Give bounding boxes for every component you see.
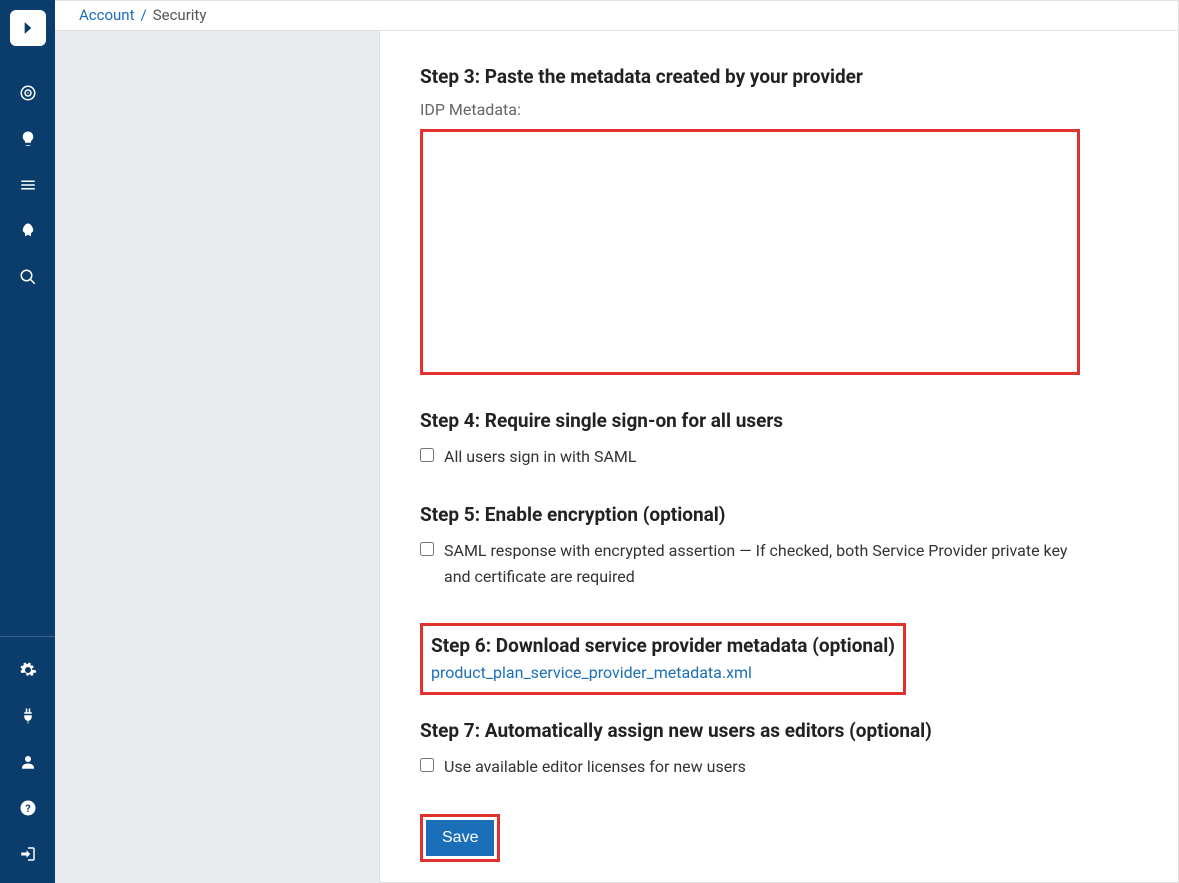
require-sso-label: All users sign in with SAML <box>444 444 1084 470</box>
step7-title: Step 7: Automatically assign new users a… <box>420 719 1138 742</box>
idp-metadata-label: IDP Metadata: <box>420 100 1138 119</box>
rocket-icon[interactable] <box>0 208 55 254</box>
step4-title: Step 4: Require single sign-on for all u… <box>420 409 1138 432</box>
left-panel <box>55 31 380 883</box>
idp-metadata-textarea[interactable] <box>420 129 1080 375</box>
auto-assign-editors-label: Use available editor licenses for new us… <box>444 754 1084 780</box>
step6-title: Step 6: Download service provider metada… <box>431 634 895 657</box>
help-icon[interactable]: ? <box>0 785 55 831</box>
lightbulb-icon[interactable] <box>0 116 55 162</box>
save-highlight: Save <box>420 814 500 862</box>
step4-section: Step 4: Require single sign-on for all u… <box>420 409 1138 470</box>
breadcrumb-account-link[interactable]: Account <box>79 6 135 24</box>
encryption-label: SAML response with encrypted assertion —… <box>444 538 1084 589</box>
encryption-checkbox[interactable] <box>420 542 434 556</box>
require-sso-checkbox[interactable] <box>420 448 434 462</box>
breadcrumb-separator: / <box>141 6 147 24</box>
search-icon[interactable] <box>0 254 55 300</box>
step7-section: Step 7: Automatically assign new users a… <box>420 719 1138 780</box>
step5-section: Step 5: Enable encryption (optional) SAM… <box>420 503 1138 589</box>
logout-icon[interactable] <box>0 831 55 877</box>
main-area: Account / Security Step 3: Paste the met… <box>55 0 1179 883</box>
breadcrumb: Account / Security <box>55 0 1178 31</box>
step3-title: Step 3: Paste the metadata created by yo… <box>420 65 1138 88</box>
menu-icon[interactable] <box>0 162 55 208</box>
step3-section: Step 3: Paste the metadata created by yo… <box>420 65 1138 375</box>
auto-assign-editors-checkbox[interactable] <box>420 758 434 772</box>
app-logo[interactable] <box>10 10 46 46</box>
sp-metadata-download-link[interactable]: product_plan_service_provider_metadata.x… <box>431 663 752 682</box>
gear-icon[interactable] <box>0 647 55 693</box>
user-icon[interactable] <box>0 739 55 785</box>
step6-highlight: Step 6: Download service provider metada… <box>420 623 906 695</box>
breadcrumb-current: Security <box>153 6 207 24</box>
security-form: Step 3: Paste the metadata created by yo… <box>380 31 1178 883</box>
save-button[interactable]: Save <box>426 820 494 856</box>
plug-icon[interactable] <box>0 693 55 739</box>
sidebar-nav: ? <box>0 0 55 883</box>
target-icon[interactable] <box>0 70 55 116</box>
step5-title: Step 5: Enable encryption (optional) <box>420 503 1138 526</box>
svg-text:?: ? <box>25 802 30 815</box>
